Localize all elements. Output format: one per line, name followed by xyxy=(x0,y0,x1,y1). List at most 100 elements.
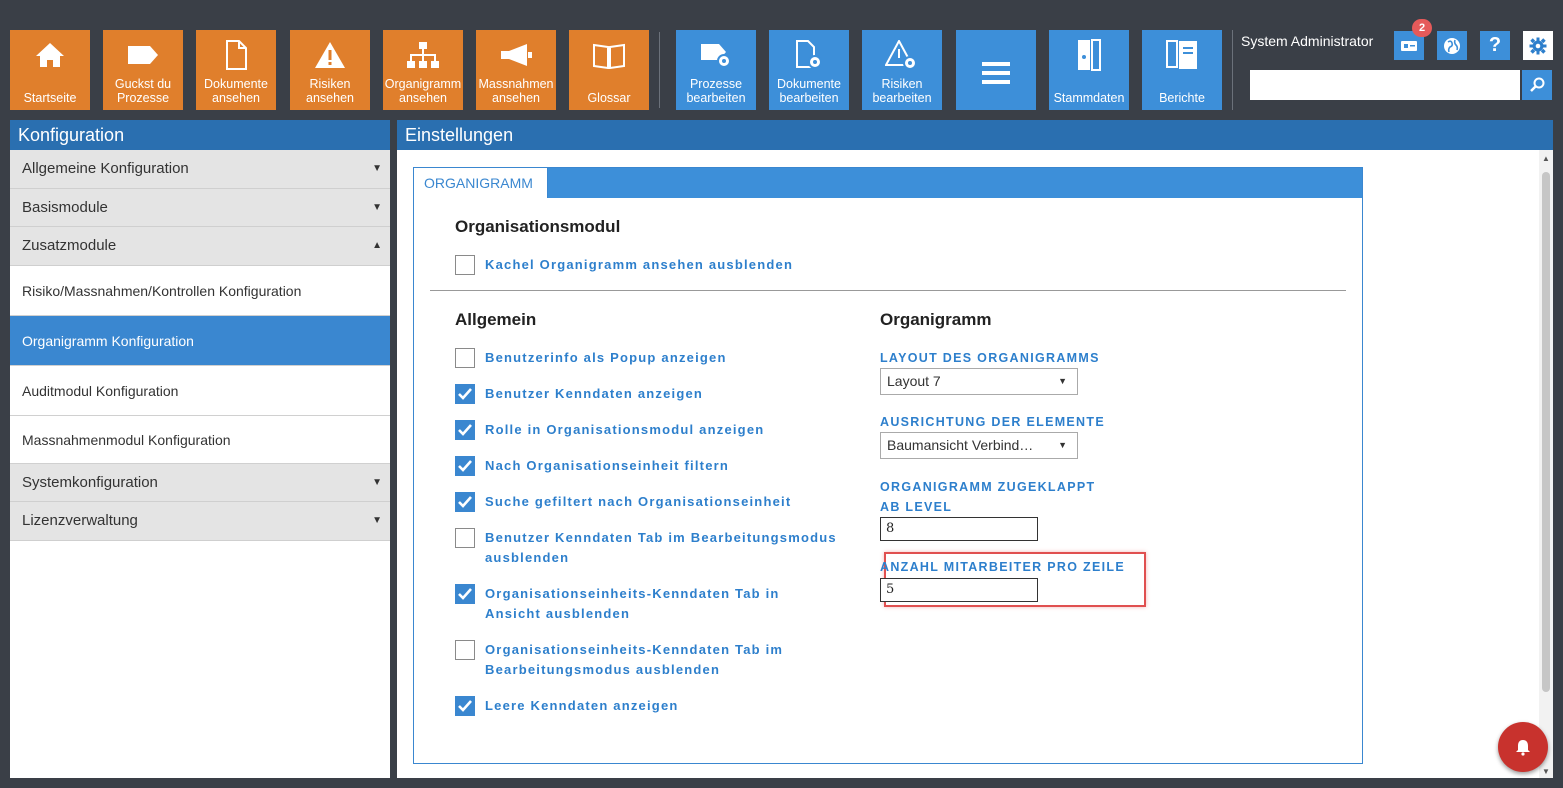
checkbox-box[interactable] xyxy=(455,456,475,476)
checkbox-box[interactable] xyxy=(455,255,475,275)
chevron-up-icon: ▲ xyxy=(372,240,382,251)
sidebar-item-risiko-konfiguration[interactable]: Risiko/Massnahmen/Kontrollen Konfigurati… xyxy=(10,265,390,316)
tile-label: Risiken xyxy=(881,77,923,91)
checkbox-box[interactable] xyxy=(455,528,475,548)
tile-label: Massnahmen xyxy=(478,77,554,91)
tile-prozesse-bearbeiten[interactable]: Prozesse bearbeiten xyxy=(676,30,756,110)
checkbox-benutzer-kenndaten-tab-ausblenden[interactable]: Benutzer Kenndaten Tab im Bearbeitungsmo… xyxy=(455,528,865,568)
sidebar-group-label: Systemkonfiguration xyxy=(22,473,158,491)
checkbox-leere-kenndaten-anzeigen[interactable]: Leere Kenndaten anzeigen xyxy=(455,696,865,716)
tile-organigramm-ansehen[interactable]: Organigramm ansehen xyxy=(383,30,463,110)
checkmark-icon xyxy=(458,424,472,436)
checkbox-label: Nach Organisationseinheit filtern xyxy=(485,458,730,473)
checkmark-icon xyxy=(458,496,472,508)
tile-label: Berichte xyxy=(1159,91,1205,105)
checkbox-box[interactable] xyxy=(455,348,475,368)
checkbox-suche-gefiltert[interactable]: Suche gefiltert nach Organisationseinhei… xyxy=(455,492,865,512)
sidebar-group-zusatzmodule[interactable]: Zusatzmodule ▲ xyxy=(10,227,390,266)
section-heading-allgemein: Allgemein xyxy=(455,310,537,329)
checkbox-benutzer-kenndaten-anzeigen[interactable]: Benutzer Kenndaten anzeigen xyxy=(455,384,865,404)
checkbox-rolle-anzeigen[interactable]: Rolle in Organisationsmodul anzeigen xyxy=(455,420,865,440)
chevron-down-icon: ▼ xyxy=(1058,376,1067,386)
tile-label: Guckst du xyxy=(114,77,172,91)
checkbox-benutzerinfo-popup[interactable]: Benutzerinfo als Popup anzeigen xyxy=(455,348,865,368)
checkbox-box[interactable] xyxy=(455,640,475,660)
checkbox-box[interactable] xyxy=(455,492,475,512)
tile-menu[interactable] xyxy=(956,30,1036,110)
scroll-up-icon[interactable]: ▲ xyxy=(1539,154,1553,163)
language-button[interactable] xyxy=(1437,31,1467,60)
alert-button[interactable] xyxy=(1498,722,1548,772)
tile-label: Organigramm xyxy=(384,77,462,91)
sidebar-group-label: Basismodule xyxy=(22,198,108,216)
tile-glossar[interactable]: Glossar xyxy=(569,30,649,110)
megaphone-icon xyxy=(476,40,556,70)
sidebar-item-massnahmenmodul-konfiguration[interactable]: Massnahmenmodul Konfiguration xyxy=(10,415,390,464)
tile-label: Risiken xyxy=(309,77,351,91)
ausrichtung-select[interactable]: Baumansicht Verbind… ▼ xyxy=(880,432,1078,459)
sidebar-group-label: Allgemeine Konfiguration xyxy=(22,160,189,177)
user-name[interactable]: System Administrator xyxy=(1241,33,1373,49)
tile-risiken-bearbeiten[interactable]: Risiken bearbeiten xyxy=(862,30,942,110)
sidebar-group-label: Zusatzmodule xyxy=(22,237,117,254)
checkbox-label: Leere Kenndaten anzeigen xyxy=(485,698,679,713)
search-input[interactable] xyxy=(1250,70,1520,100)
chevron-down-icon: ▼ xyxy=(372,163,382,174)
tile-label: Dokumente xyxy=(204,77,268,91)
checkbox-oe-kenndaten-tab-ansicht[interactable]: Organisationseinheits-Kenndaten Tab in A… xyxy=(455,584,825,624)
tile-dokumente-ansehen[interactable]: Dokumente ansehen xyxy=(196,30,276,110)
scroll-down-icon[interactable]: ▼ xyxy=(1539,767,1553,776)
sidebar-group-basismodule[interactable]: Basismodule ▼ xyxy=(10,188,390,227)
level-input[interactable]: 8 xyxy=(880,517,1038,541)
tile-label: Prozesse xyxy=(116,91,170,105)
checkbox-box[interactable] xyxy=(455,384,475,404)
chevron-down-icon: ▼ xyxy=(1058,440,1067,450)
tile-stammdaten[interactable]: Stammdaten xyxy=(1049,30,1129,110)
checkbox-label: Kachel Organigramm ansehen ausblenden xyxy=(485,257,794,272)
checkbox-box[interactable] xyxy=(455,696,475,716)
tile-guckst-du-prozesse[interactable]: Guckst du Prozesse xyxy=(103,30,183,110)
vertical-scrollbar[interactable]: ▲ ▼ xyxy=(1539,150,1553,778)
layout-select[interactable]: Layout 7 ▼ xyxy=(880,368,1078,395)
tile-label: Dokumente xyxy=(777,77,841,91)
tile-startseite[interactable]: Startseite xyxy=(10,30,90,110)
tile-berichte[interactable]: Berichte xyxy=(1142,30,1222,110)
tile-massnahmen-ansehen[interactable]: Massnahmen ansehen xyxy=(476,30,556,110)
document-gear-icon xyxy=(769,40,849,70)
checkbox-nach-organisationseinheit-filtern[interactable]: Nach Organisationseinheit filtern xyxy=(455,456,865,476)
checkbox-label: Benutzerinfo als Popup anzeigen xyxy=(485,350,727,365)
sidebar-group-systemkonfiguration[interactable]: Systemkonfiguration ▼ xyxy=(10,463,390,502)
checkbox-label: Organisationseinheits-Kenndaten Tab im B… xyxy=(485,642,784,677)
checkbox-box[interactable] xyxy=(455,420,475,440)
sidebar-item-auditmodul-konfiguration[interactable]: Auditmodul Konfiguration xyxy=(10,365,390,416)
warning-icon xyxy=(290,40,370,70)
settings-button[interactable] xyxy=(1523,31,1553,60)
checkbox-box[interactable] xyxy=(455,584,475,604)
sidebar-group-allgemeine-konfiguration[interactable]: Allgemeine Konfiguration ▼ xyxy=(10,150,390,189)
mitarbeiter-pro-zeile-label: ANZAHL MITARBEITER PRO ZEILE xyxy=(880,560,1125,574)
tile-risiken-ansehen[interactable]: Risiken ansehen xyxy=(290,30,370,110)
checkmark-icon xyxy=(458,588,472,600)
checkbox-kachel-organigramm-ausblenden[interactable]: Kachel Organigramm ansehen ausblenden xyxy=(455,255,905,275)
help-button[interactable]: ? xyxy=(1480,31,1510,60)
settings-panel: Einstellungen ▲ ▼ ORGANIGRAMM Organisati… xyxy=(397,120,1553,778)
tile-label: Startseite xyxy=(23,91,77,105)
sidebar-group-lizenzverwaltung[interactable]: Lizenzverwaltung ▼ xyxy=(10,502,390,541)
gear-icon xyxy=(1529,37,1547,54)
scrollbar-thumb[interactable] xyxy=(1542,172,1550,692)
tile-dokumente-bearbeiten[interactable]: Dokumente bearbeiten xyxy=(769,30,849,110)
notification-badge: 2 xyxy=(1412,19,1432,37)
process-gear-icon xyxy=(676,40,756,70)
checkbox-label: Rolle in Organisationsmodul anzeigen xyxy=(485,422,765,437)
home-icon xyxy=(10,40,90,70)
checkbox-oe-kenndaten-tab-bearbeitung[interactable]: Organisationseinheits-Kenndaten Tab im B… xyxy=(455,640,825,680)
mitarbeiter-pro-zeile-input[interactable]: 5 xyxy=(880,578,1038,602)
tile-label: ansehen xyxy=(306,91,354,105)
toolbar-divider xyxy=(1232,30,1233,110)
checkbox-label: Organisationseinheits-Kenndaten Tab in A… xyxy=(485,586,780,621)
chevron-down-icon: ▼ xyxy=(372,476,382,488)
tab-organigramm[interactable]: ORGANIGRAMM xyxy=(414,168,548,198)
sidebar-item-organigramm-konfiguration[interactable]: Organigramm Konfiguration xyxy=(10,315,390,366)
search-button[interactable] xyxy=(1522,70,1552,100)
book-icon xyxy=(569,40,649,70)
